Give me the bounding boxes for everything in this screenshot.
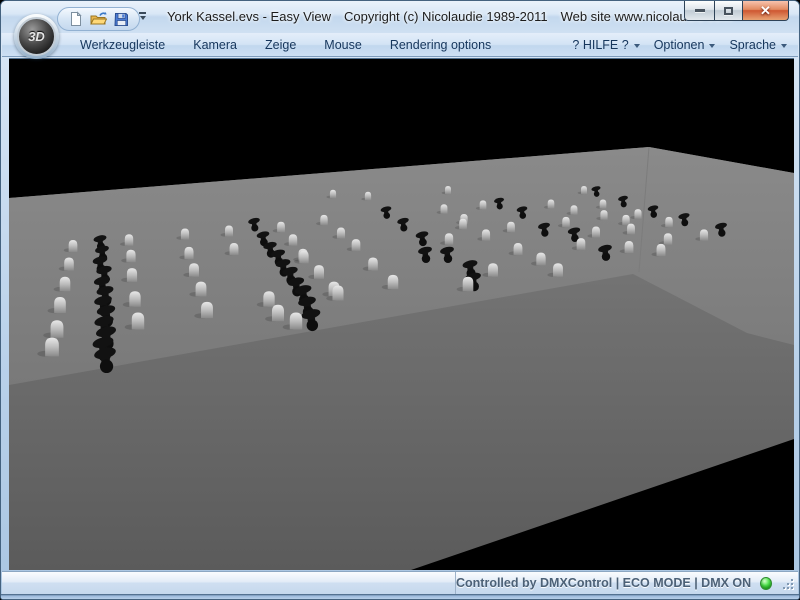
title-copyright: Copyright (c) Nicolaudie 1989-2011 <box>344 9 548 24</box>
quick-access-toolbar <box>57 7 140 31</box>
close-button[interactable]: ✕ <box>743 1 789 21</box>
maximize-button[interactable] <box>714 1 743 21</box>
menu-item-werkzeugleiste[interactable]: Werkzeugleiste <box>66 35 179 55</box>
easy-view-window: York Kassel.evs - Easy View Copyright (c… <box>0 0 800 600</box>
stage-3d-scene <box>9 59 794 570</box>
resize-grip[interactable] <box>781 577 793 590</box>
menu-item-zeige[interactable]: Zeige <box>251 35 310 55</box>
title-filename: York Kassel.evs - Easy View <box>167 9 331 24</box>
new-document-icon <box>68 11 84 27</box>
minimize-button[interactable] <box>684 1 714 21</box>
dropdown-caret-icon <box>634 44 640 48</box>
close-icon: ✕ <box>760 4 771 17</box>
stage-3d-viewport[interactable] <box>9 58 794 570</box>
dropdown-caret-icon <box>781 44 787 48</box>
open-folder-icon <box>90 11 107 27</box>
menu-bar: WerkzeugleisteKameraZeigeMouseRendering … <box>2 33 798 57</box>
qat-customize-icon <box>139 12 146 14</box>
dmx-status-led-icon <box>760 577 772 590</box>
window-controls: ✕ <box>684 1 789 21</box>
maximize-icon <box>724 7 733 15</box>
status-panel: Controlled by DMXControl | ECO MODE | DM… <box>455 572 798 594</box>
menu-item-sprache[interactable]: Sprache <box>722 35 794 55</box>
menu-left-group: WerkzeugleisteKameraZeigeMouseRendering … <box>66 35 505 55</box>
menu-item-hilfe[interactable]: ? HILFE ? <box>565 35 646 55</box>
menu-item-kamera[interactable]: Kamera <box>179 35 251 55</box>
window-title: York Kassel.evs - Easy View Copyright (c… <box>167 1 732 32</box>
new-document-button[interactable] <box>67 11 84 28</box>
menu-item-optionen[interactable]: Optionen <box>647 35 723 55</box>
dropdown-caret-icon <box>709 44 715 48</box>
status-text: Controlled by DMXControl | ECO MODE | DM… <box>456 576 751 590</box>
qat-customize-button[interactable] <box>139 12 146 20</box>
save-floppy-icon <box>114 12 129 27</box>
menu-item-mouse[interactable]: Mouse <box>310 35 376 55</box>
status-bar: Controlled by DMXControl | ECO MODE | DM… <box>2 571 798 594</box>
menu-item-rendering-options[interactable]: Rendering options <box>376 35 505 55</box>
window-bottom-edge <box>1 594 799 599</box>
menu-right-group: ? HILFE ?OptionenSprache <box>565 35 798 55</box>
app-orb-ring: 3D <box>14 14 59 59</box>
minimize-icon <box>695 9 705 12</box>
open-file-button[interactable] <box>90 11 107 28</box>
save-button[interactable] <box>113 11 130 28</box>
app-orb-button[interactable]: 3D <box>17 17 56 56</box>
